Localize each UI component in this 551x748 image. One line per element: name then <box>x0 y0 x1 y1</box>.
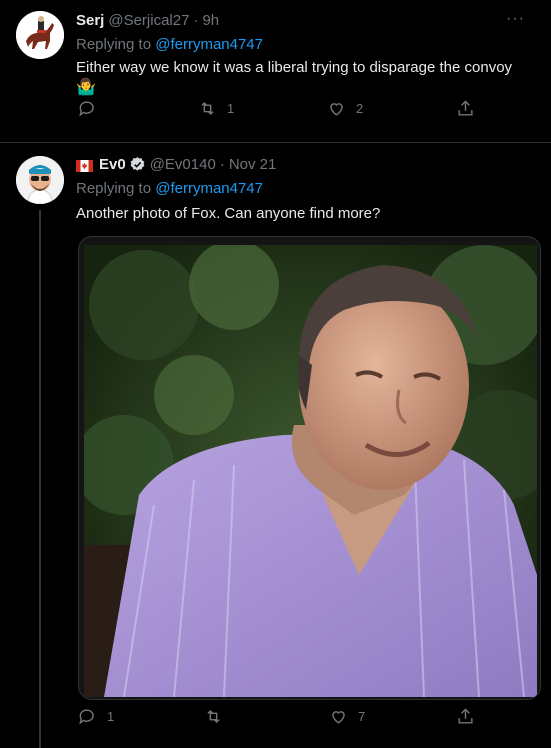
heart-icon <box>332 710 345 724</box>
share-icon <box>458 707 473 724</box>
tweet-timestamp[interactable]: 9h <box>202 12 219 29</box>
retweet-button[interactable] <box>204 707 233 726</box>
mention-link[interactable]: @ferryman4747 <box>155 180 263 197</box>
retweet-icon <box>207 709 220 723</box>
reply-icon <box>79 100 94 117</box>
canada-flag-icon <box>76 159 93 172</box>
reply-icon <box>79 708 94 725</box>
avatar[interactable] <box>16 156 64 204</box>
verified-badge-icon <box>129 156 146 173</box>
replying-to: Replying to @ferryman4747 <box>76 180 263 197</box>
replying-to: Replying to @ferryman4747 <box>76 36 263 53</box>
tweet[interactable]: Serj @Serjical27 · 9h ··· Replying to @f… <box>0 0 551 143</box>
shrug-emoji: 🤷‍♂️ <box>76 79 96 96</box>
like-count: 2 <box>356 100 364 116</box>
horse-rider-avatar-icon <box>16 11 64 59</box>
retweet-count: 1 <box>227 100 235 116</box>
display-name[interactable]: Ev0 <box>99 156 126 173</box>
share-icon <box>458 99 473 116</box>
tweet[interactable]: Ev0 @Ev0140 · Nov 21 Replying to @ferrym… <box>0 144 551 748</box>
photo-image <box>84 245 537 697</box>
reply-button[interactable]: 1 <box>78 707 114 726</box>
share-button[interactable] <box>456 99 475 118</box>
heart-icon <box>330 102 343 116</box>
thread-line <box>39 210 41 748</box>
tweet-text: Another photo of Fox. Can anyone find mo… <box>76 205 381 222</box>
reply-count: 1 <box>107 708 115 724</box>
share-button[interactable] <box>456 707 475 726</box>
tweet-text: Either way we know it was a liberal tryi… <box>76 58 535 98</box>
cartoon-face-avatar-icon <box>16 156 64 204</box>
tweet-photo[interactable] <box>78 236 541 700</box>
like-button[interactable]: 2 <box>327 99 363 118</box>
separator-dot: · <box>193 12 199 29</box>
display-name[interactable]: Serj <box>76 12 104 29</box>
separator-dot: · <box>219 156 225 173</box>
user-handle[interactable]: @Serjical27 <box>108 12 189 29</box>
mention-link[interactable]: @ferryman4747 <box>155 36 263 53</box>
like-button[interactable]: 7 <box>329 707 365 726</box>
reply-button[interactable] <box>78 99 107 118</box>
tweet-text-content: Either way we know it was a liberal tryi… <box>76 59 513 76</box>
replying-prefix: Replying to <box>76 36 152 53</box>
replying-prefix: Replying to <box>76 180 152 197</box>
user-handle[interactable]: @Ev0140 <box>150 156 216 173</box>
retweet-button[interactable]: 1 <box>198 99 234 118</box>
more-options-icon[interactable]: ··· <box>506 10 525 28</box>
tweet-timestamp[interactable]: Nov 21 <box>229 156 277 173</box>
avatar[interactable] <box>16 11 64 59</box>
retweet-icon <box>201 101 214 115</box>
like-count: 7 <box>358 708 366 724</box>
